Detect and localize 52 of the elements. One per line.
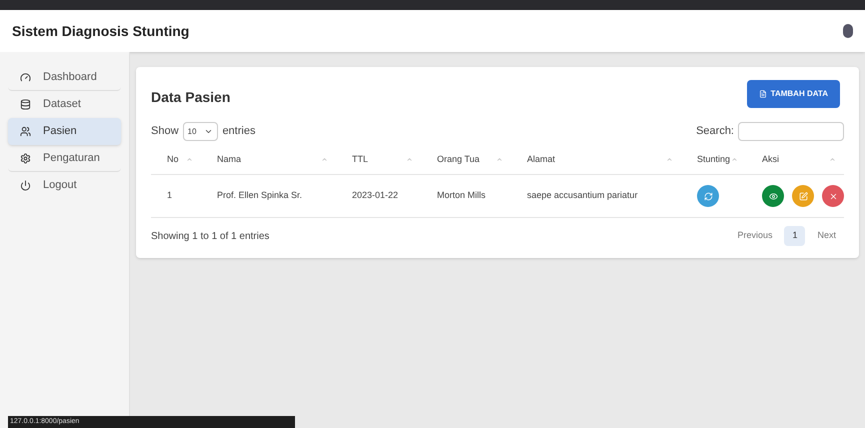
column-header[interactable]: No — [167, 152, 179, 166]
document-icon — [758, 90, 767, 98]
sort-icon — [406, 156, 413, 163]
add-data-button[interactable]: TAMBAH DATA — [746, 80, 840, 108]
close-icon — [828, 192, 838, 200]
power-icon — [20, 180, 31, 191]
table-cell: Prof. Ellen Spinka Sr. — [217, 190, 302, 200]
column-header[interactable]: Orang Tua — [437, 152, 480, 166]
eye-icon — [768, 192, 778, 200]
page-size-select[interactable]: 10 — [182, 122, 218, 141]
sort-icon — [496, 156, 503, 163]
column-header[interactable]: Aksi — [762, 152, 780, 166]
table-cell: 1 — [167, 190, 172, 200]
table-cell: Morton Mills — [437, 190, 486, 200]
table-cell: saepe accusantium pariatur — [527, 190, 638, 200]
entries-label: entries — [222, 124, 256, 140]
sidebar-item[interactable]: Pengaturan — [8, 145, 121, 172]
chevron-icon — [204, 127, 214, 136]
sidebar-item[interactable]: Dataset — [8, 91, 121, 118]
sort-icon — [666, 156, 673, 163]
sort-icon — [321, 156, 328, 163]
pagination-button[interactable]: 1 — [784, 226, 806, 246]
sidebar-item[interactable]: Logout — [8, 172, 121, 199]
show-label: Show — [151, 124, 179, 140]
edit-button[interactable] — [792, 185, 814, 207]
database-icon — [20, 99, 31, 110]
refresh-icon — [704, 192, 712, 200]
sort-icon — [731, 156, 738, 163]
column-header[interactable]: Nama — [217, 152, 242, 166]
pagination-button[interactable]: Previous — [729, 226, 780, 246]
delete-button[interactable] — [822, 185, 844, 207]
column-header[interactable]: TTL — [352, 152, 368, 166]
sidebar-item[interactable]: Dashboard — [8, 64, 121, 91]
search-label: Search: — [696, 124, 734, 140]
users-icon — [20, 126, 31, 137]
gear-icon — [20, 152, 31, 164]
column-header[interactable]: Stunting — [697, 152, 730, 166]
sort-icon — [186, 156, 193, 163]
table-info: Showing 1 to 1 of 1 entries — [151, 230, 270, 244]
column-header[interactable]: Alamat — [527, 152, 556, 166]
app-title: Sistem Diagnosis Stunting — [12, 22, 190, 41]
sort-icon — [829, 156, 836, 163]
edit-icon — [798, 192, 808, 200]
refresh-button[interactable] — [697, 185, 719, 207]
view-button[interactable] — [762, 185, 784, 207]
search-field[interactable] — [738, 122, 844, 141]
gauge-icon — [20, 72, 31, 82]
table-cell: 2023-01-22 — [352, 190, 398, 200]
pagination-button[interactable]: Next — [809, 226, 844, 246]
card-title: Data Pasien — [151, 88, 230, 107]
avatar-icon[interactable] — [843, 24, 853, 38]
sidebar-item[interactable]: Pasien — [8, 118, 121, 145]
